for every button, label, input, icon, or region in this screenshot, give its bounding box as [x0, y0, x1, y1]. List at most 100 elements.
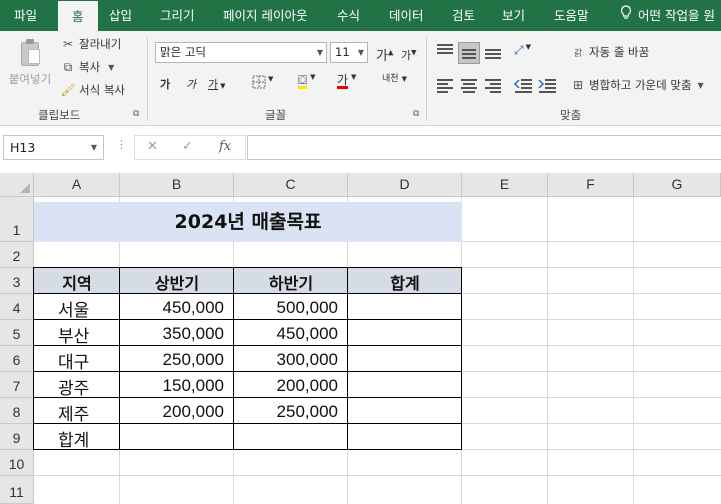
font-size-select[interactable]: 11 ▼ [330, 42, 368, 63]
font-color-button[interactable]: 가 ▼ [337, 73, 356, 89]
shrink-font-button[interactable]: 가▼ [401, 47, 417, 63]
italic-button[interactable]: 가 [186, 76, 196, 92]
tab-data[interactable]: 데이터 [389, 0, 424, 31]
ribbon: 붙여넣기 ✂ 잘라내기 ⧉ 복사 ▼ 🖌 서식 복사 클립보드 ⧉ 맑은 고딕 ▼ 1… [0, 31, 721, 126]
cell-first-half[interactable]: 350,000 [120, 324, 224, 344]
select-all-button[interactable] [0, 173, 34, 197]
font-name-select[interactable]: 맑은 고딕 ▼ [155, 42, 327, 63]
column-header-g[interactable]: G [634, 173, 721, 197]
row-header-7[interactable]: 7 [0, 372, 34, 398]
row-header-4[interactable]: 4 [0, 294, 34, 320]
grow-font-button[interactable]: 가▲ [376, 45, 393, 64]
cancel-icon[interactable]: ✕ [147, 139, 158, 154]
font-size-value: 11 [335, 45, 350, 59]
bold-button[interactable]: 가 [160, 76, 170, 92]
cut-label: 잘라내기 [79, 37, 122, 51]
paste-button[interactable]: 붙여넣기 [8, 39, 52, 87]
cell-first-half[interactable]: 450,000 [120, 298, 224, 318]
phonetic-label: 내천 [382, 74, 399, 84]
decrease-indent-icon[interactable] [514, 77, 532, 93]
merge-dropdown-icon[interactable]: ▼ [698, 81, 704, 90]
borders-button[interactable]: ▼ [252, 75, 273, 92]
tab-review[interactable]: 검토 [452, 0, 475, 31]
tab-file[interactable]: 파일 [14, 0, 37, 31]
wrap-text-button[interactable]: 갉 자동 줄 바꿈 [570, 44, 649, 60]
row-header-6[interactable]: 6 [0, 346, 34, 372]
name-box-value: H13 [10, 140, 36, 155]
row-header-11[interactable]: 11 [0, 476, 34, 504]
underline-label: 가 [208, 78, 219, 91]
wrap-text-label: 자동 줄 바꿈 [589, 45, 650, 59]
sheet-title: 2024년 매출목표 [174, 211, 322, 233]
cell-first-half[interactable]: 200,000 [120, 402, 224, 422]
header-first-half[interactable]: 상반기 [120, 270, 234, 294]
cell-region[interactable]: 대구 [58, 348, 89, 373]
enter-icon[interactable]: ✓ [182, 139, 193, 154]
column-header-e[interactable]: E [462, 173, 548, 197]
cell-region[interactable]: 제주 [58, 400, 89, 425]
cell-second-half[interactable]: 250,000 [234, 402, 338, 422]
tab-formulas[interactable]: 수식 [337, 0, 360, 31]
cell-second-half[interactable]: 500,000 [234, 298, 338, 318]
cell-first-half[interactable]: 150,000 [120, 376, 224, 396]
cell-second-half[interactable]: 450,000 [234, 324, 338, 344]
tab-draw[interactable]: 그리기 [160, 0, 195, 31]
format-painter-button[interactable]: 🖌 서식 복사 [60, 82, 125, 98]
column-header-a[interactable]: A [34, 173, 120, 197]
row-header-1[interactable]: 1 [0, 197, 34, 242]
font-launcher-icon[interactable]: ⧉ [413, 109, 419, 119]
header-region[interactable]: 지역 [34, 270, 120, 294]
fill-color-button[interactable]: ⛋ ▼ [298, 73, 316, 89]
cell-region[interactable]: 서울 [58, 296, 89, 321]
align-left-icon[interactable] [436, 77, 454, 93]
row-header-5[interactable]: 5 [0, 320, 34, 346]
column-header-b[interactable]: B [120, 173, 234, 197]
row-header-2[interactable]: 2 [0, 242, 34, 268]
paintbrush-icon: 🖌 [60, 83, 76, 97]
header-total[interactable]: 합계 [348, 270, 462, 294]
formula-input[interactable] [247, 135, 721, 160]
name-box[interactable]: H13 ▼ [3, 135, 104, 160]
tab-home[interactable]: 홈 [58, 0, 98, 31]
column-header-f[interactable]: F [548, 173, 634, 197]
copy-dropdown-icon[interactable]: ▼ [108, 63, 114, 72]
cell-region[interactable]: 광주 [58, 374, 89, 399]
cell-region[interactable]: 부산 [58, 322, 89, 347]
clipboard-group-label: 클립보드 [38, 108, 81, 122]
row-header-8[interactable]: 8 [0, 398, 34, 424]
align-middle-icon[interactable] [458, 42, 480, 64]
tab-insert[interactable]: 삽입 [109, 0, 132, 31]
copy-button[interactable]: ⧉ 복사 ▼ [60, 59, 115, 75]
format-painter-label: 서식 복사 [79, 83, 125, 97]
column-header-d[interactable]: D [348, 173, 462, 197]
tab-view[interactable]: 보기 [502, 0, 525, 31]
column-header-c[interactable]: C [234, 173, 348, 197]
lightbulb-icon [620, 0, 632, 31]
cell-second-half[interactable]: 200,000 [234, 376, 338, 396]
cell-total-label[interactable]: 합계 [58, 426, 89, 451]
row-header-3[interactable]: 3 [0, 268, 34, 294]
insert-function-icon[interactable]: fx [219, 139, 231, 154]
align-right-icon[interactable] [484, 77, 502, 93]
clipboard-launcher-icon[interactable]: ⧉ [133, 109, 139, 119]
orientation-button[interactable]: ⤢ ▼ [514, 43, 531, 58]
align-bottom-icon[interactable] [484, 42, 502, 59]
align-center-icon[interactable] [460, 77, 478, 93]
tab-page-layout[interactable]: 페이지 레이아웃 [223, 0, 307, 31]
align-top-icon[interactable] [436, 42, 454, 58]
cell-first-half[interactable]: 250,000 [120, 350, 224, 370]
paste-icon [19, 39, 41, 67]
tell-me-label: 어떤 작업을 원 [638, 8, 715, 23]
copy-icon: ⧉ [63, 59, 73, 74]
tell-me-search[interactable]: 어떤 작업을 원 [620, 0, 715, 31]
increase-indent-icon[interactable] [538, 77, 556, 93]
row-header-9[interactable]: 9 [0, 424, 34, 450]
header-second-half[interactable]: 하반기 [234, 270, 348, 294]
phonetic-button[interactable]: 내천 ▼ [382, 75, 407, 84]
underline-button[interactable]: 가 ▼ [208, 76, 226, 92]
cut-button[interactable]: ✂ 잘라내기 [60, 36, 121, 52]
row-header-10[interactable]: 10 [0, 450, 34, 476]
tab-help[interactable]: 도움말 [554, 0, 589, 31]
merge-center-button[interactable]: ⊞ 병합하고 가운데 맞춤 ▼ [570, 77, 704, 93]
cell-second-half[interactable]: 300,000 [234, 350, 338, 370]
